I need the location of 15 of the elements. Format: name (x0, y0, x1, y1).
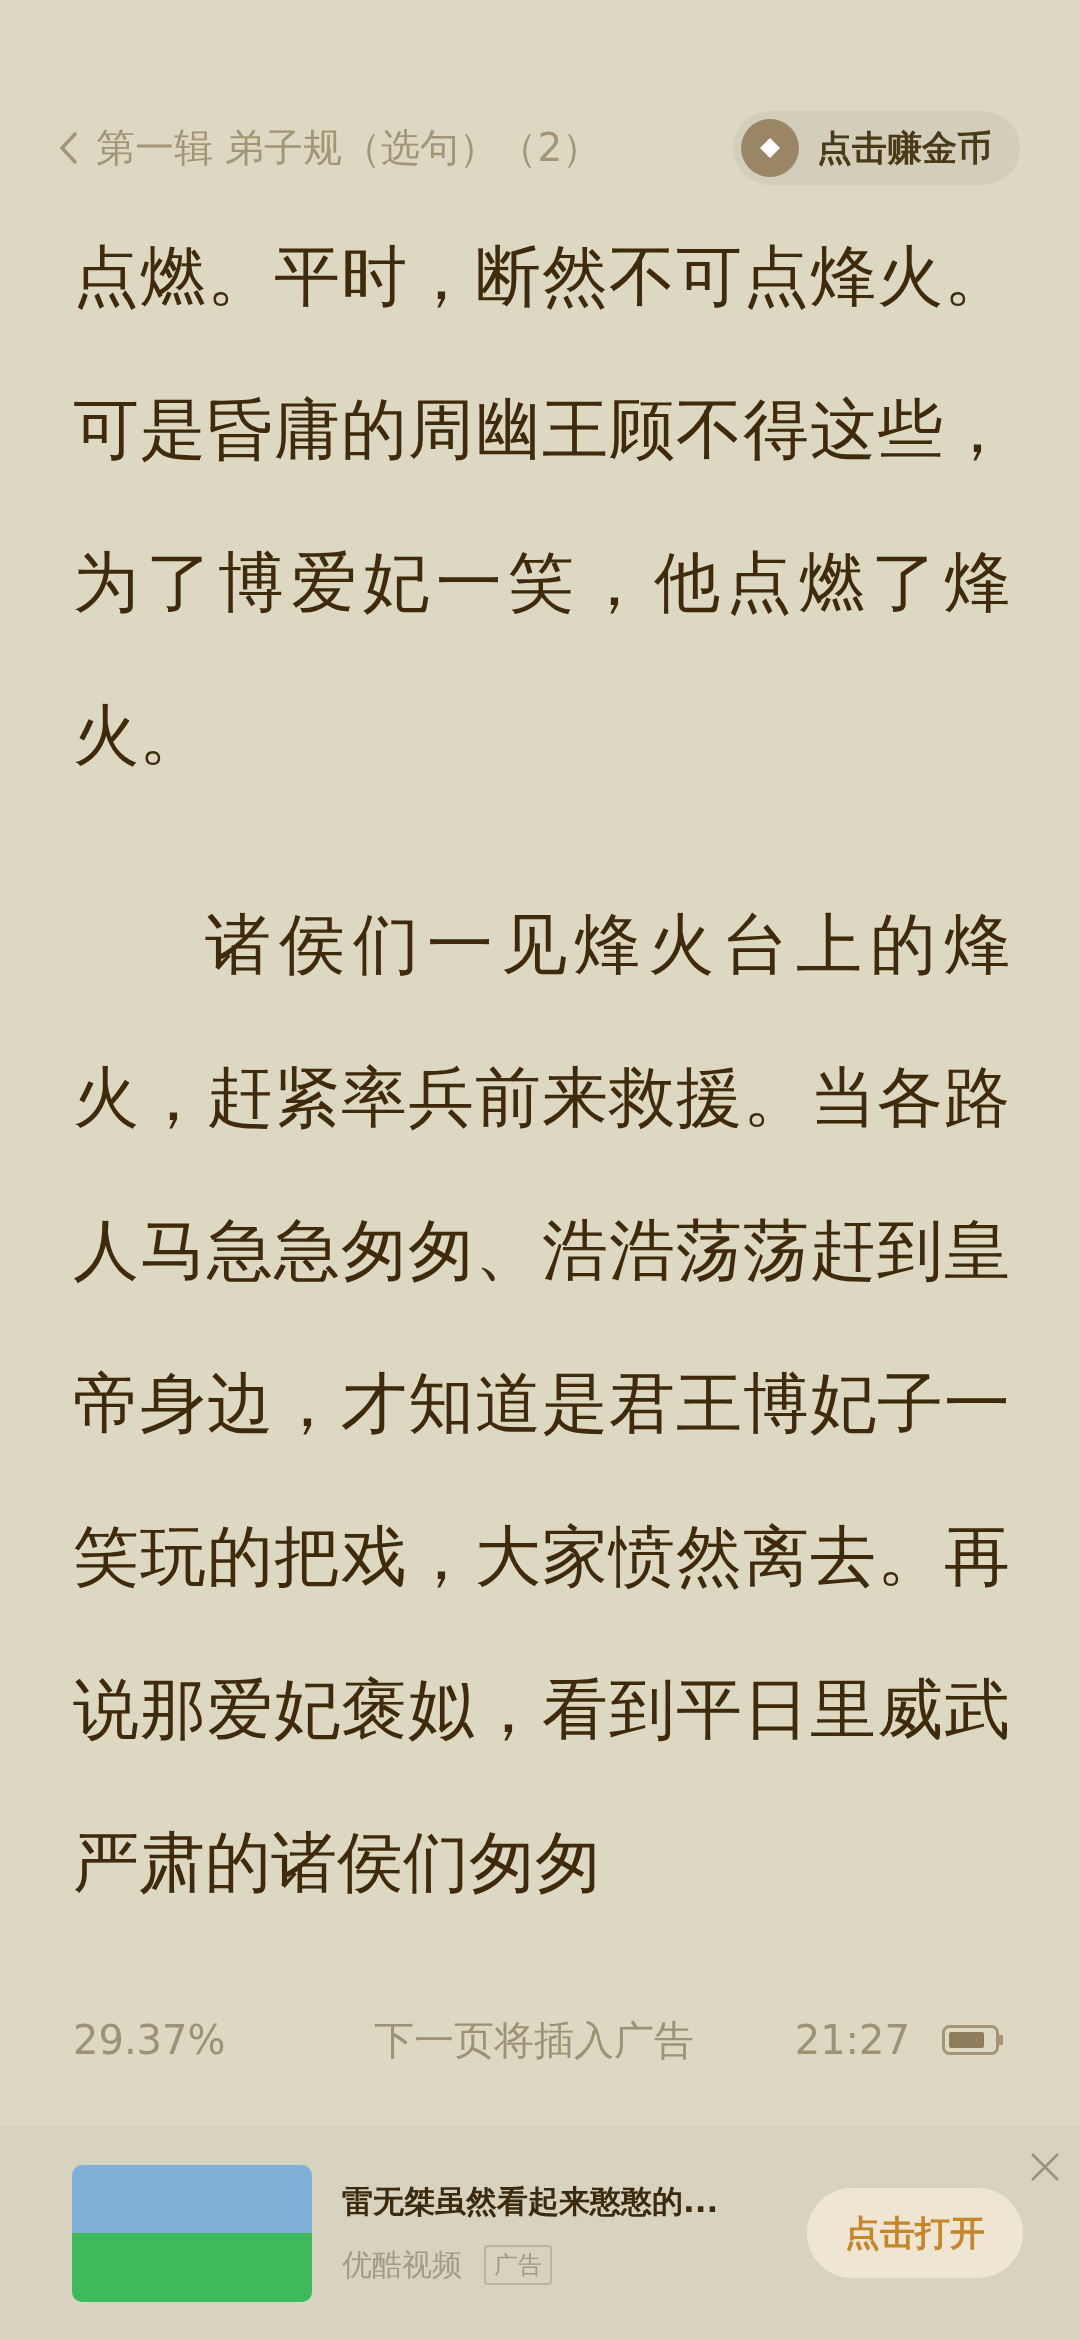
clock-time: 21:27 (794, 2017, 910, 2063)
video-thumbnail-placeholder[interactable] (72, 2164, 312, 2302)
close-icon[interactable] (1030, 2152, 1060, 2182)
ad-tag: 广告 (484, 2245, 552, 2285)
earn-coins-button[interactable]: 点击赚金币 (733, 111, 1020, 185)
back-icon[interactable] (58, 130, 80, 166)
story-paragraph: 诸侯们一见烽火台上的烽火，赶紧率兵前来救援。当各路人马急急匆匆、浩浩荡荡赶到皇帝身边，才知道是君王博妃子一笑玩的把戏，大家愤然离去。再说那爱妃褒姒，看到平日里威武严肃的诸侯们匆匆 (73, 905, 1010, 1903)
ad-source: 优酷视频 (342, 2245, 462, 2284)
ad-title[interactable]: 雷无桀虽然看起来憨憨的... (342, 2180, 762, 2223)
battery-icon (942, 2025, 1004, 2055)
ad-notice: 下一页将插入广告 (373, 2015, 695, 2065)
chapter-title: 第一辑 弟子规（选句）（2） (96, 124, 602, 172)
coin-icon (741, 119, 799, 177)
story-paragraph: 点燃。平时，断然不可点烽火。可是昏庸的周幽王顾不得这些，为了博爱妃一笑，他点燃了烽火。 (73, 237, 1010, 776)
percent-read-text: 29.37% (73, 2017, 226, 2063)
